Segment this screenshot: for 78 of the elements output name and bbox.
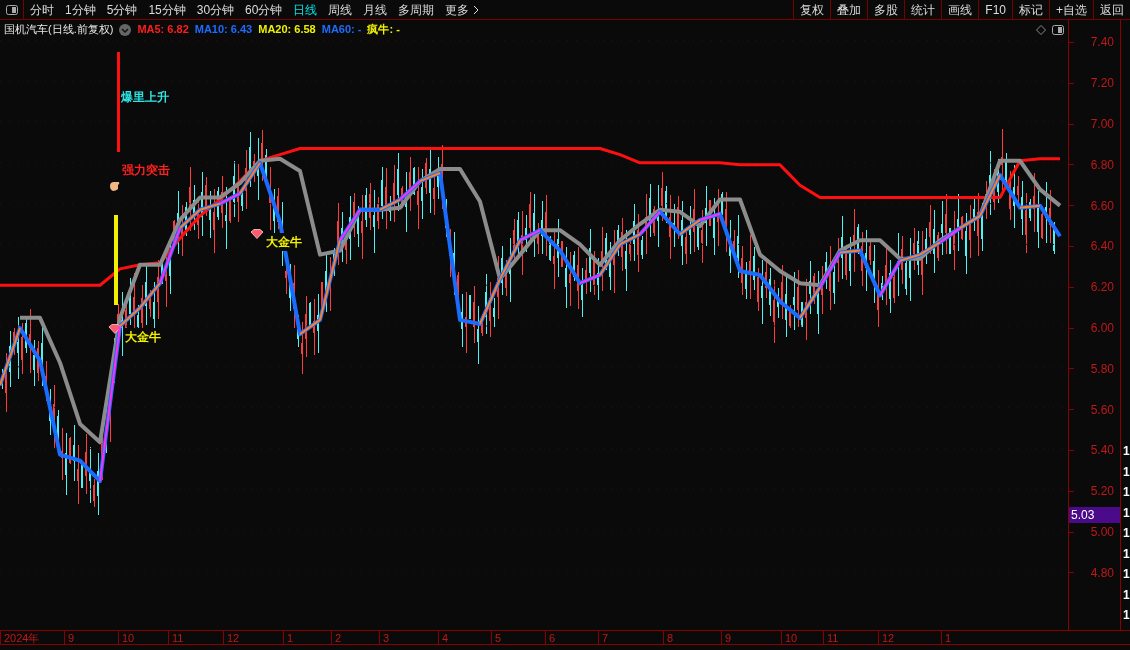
period-tab[interactable]: 日线 (293, 0, 318, 19)
period-tab[interactable]: 15分钟 (148, 0, 186, 19)
date-axis-label: 10 (118, 631, 135, 645)
price-axis-label: 6.20 (1090, 279, 1115, 297)
date-axis-label: 6 (545, 631, 556, 645)
price-axis-label: 4.80 (1090, 564, 1115, 582)
date-axis-label: 7 (598, 631, 609, 645)
date-axis-label: 2024年 (0, 631, 40, 645)
price-axis-label: 6.60 (1090, 197, 1115, 215)
period-tab[interactable]: 60分钟 (245, 0, 283, 19)
chevron-right-icon (473, 4, 480, 15)
price-axis-label: 6.00 (1090, 320, 1115, 337)
price-axis-label: 5.40 (1090, 442, 1115, 460)
annotation-label: 强力突击 (121, 161, 171, 179)
list-value: 1 (1123, 545, 1130, 563)
date-axis-label: 3 (379, 631, 390, 645)
period-tab[interactable]: 分时 (30, 0, 54, 19)
list-value: 1 (1123, 504, 1130, 522)
price-axis-label: 5.20 (1090, 483, 1115, 501)
price-axis-label: 7.40 (1090, 34, 1115, 52)
toolbar-button[interactable]: 叠加 (830, 0, 868, 19)
period-tab[interactable]: 5分钟 (106, 0, 138, 19)
date-axis-label: 11 (168, 631, 184, 645)
annotation-label: 爆里上升 (120, 88, 170, 106)
period-tab[interactable]: 30分钟 (196, 0, 235, 19)
date-axis-label: 1 (283, 631, 294, 645)
price-axis-label: 5.00 (1090, 524, 1115, 542)
panel-toggle-icon[interactable] (5, 4, 18, 15)
price-axis-label: 5.80 (1090, 360, 1115, 378)
list-value: 1 (1123, 463, 1130, 481)
list-value: 1 (1123, 443, 1130, 460)
toolbar-button[interactable]: 画线 (941, 0, 979, 19)
price-axis-label: 7.00 (1090, 116, 1115, 133)
date-axis-label: 5 (491, 631, 502, 645)
indicator-value: 疯牛: - (367, 22, 400, 38)
price-axis-label: 6.80 (1090, 156, 1115, 174)
period-tab[interactable]: 月线 (363, 0, 388, 19)
signal-label: 大金牛 (265, 233, 303, 251)
toolbar-button[interactable]: 统计 (904, 0, 942, 19)
period-tab[interactable]: 周线 (328, 0, 353, 19)
date-axis-label: 12 (223, 631, 240, 645)
price-axis-label: 5.60 (1090, 401, 1115, 419)
list-value: 1 (1123, 484, 1130, 501)
period-tab[interactable]: 1分钟 (65, 0, 96, 19)
gem-icon (108, 324, 122, 334)
period-tab[interactable]: 多周期 (398, 0, 435, 19)
date-axis-label: 1 (941, 631, 952, 645)
gem-icon (250, 229, 264, 239)
list-value: 1 (1123, 586, 1130, 604)
panel-toggle-icon[interactable] (1052, 24, 1064, 35)
date-axis-label: 4 (438, 631, 449, 645)
toolbar-button[interactable]: 复权 (793, 0, 831, 19)
date-axis-label: 10 (781, 631, 798, 645)
list-value: 1 (1123, 566, 1130, 583)
signal-label: 大金牛 (124, 328, 162, 346)
toolbar-button[interactable]: F10 (978, 0, 1012, 19)
date-axis-label: 9 (64, 631, 75, 645)
stock-title: 国机汽车(日线.前复权) (4, 22, 114, 38)
date-axis-label: 2 (331, 631, 342, 645)
date-axis-label: 12 (878, 631, 895, 645)
list-value: 1 (1123, 525, 1130, 542)
indicator-value: MA60: - (321, 22, 362, 38)
current-price-marker: 5.03 (1069, 507, 1120, 523)
price-axis-label: 6.40 (1090, 238, 1115, 256)
indicator-value: MA5: 6.82 (137, 22, 189, 38)
toolbar-button[interactable]: 多股 (867, 0, 905, 19)
indicator-value: MA10: 6.43 (194, 22, 253, 38)
period-tab[interactable]: 更多 (445, 0, 480, 19)
dropdown-icon[interactable] (119, 23, 132, 36)
date-axis-label: 9 (721, 631, 732, 645)
indicator-value: MA20: 6.58 (258, 22, 316, 38)
list-value: 1 (1123, 607, 1130, 624)
date-axis-label: 8 (663, 631, 674, 645)
toolbar-button[interactable]: 标记 (1012, 0, 1049, 19)
toolbar-button[interactable]: 返回 (1093, 0, 1130, 19)
date-axis-label: 11 (823, 631, 839, 645)
toolbar-button[interactable]: +自选 (1049, 0, 1093, 19)
price-axis-label: 7.20 (1090, 75, 1115, 93)
